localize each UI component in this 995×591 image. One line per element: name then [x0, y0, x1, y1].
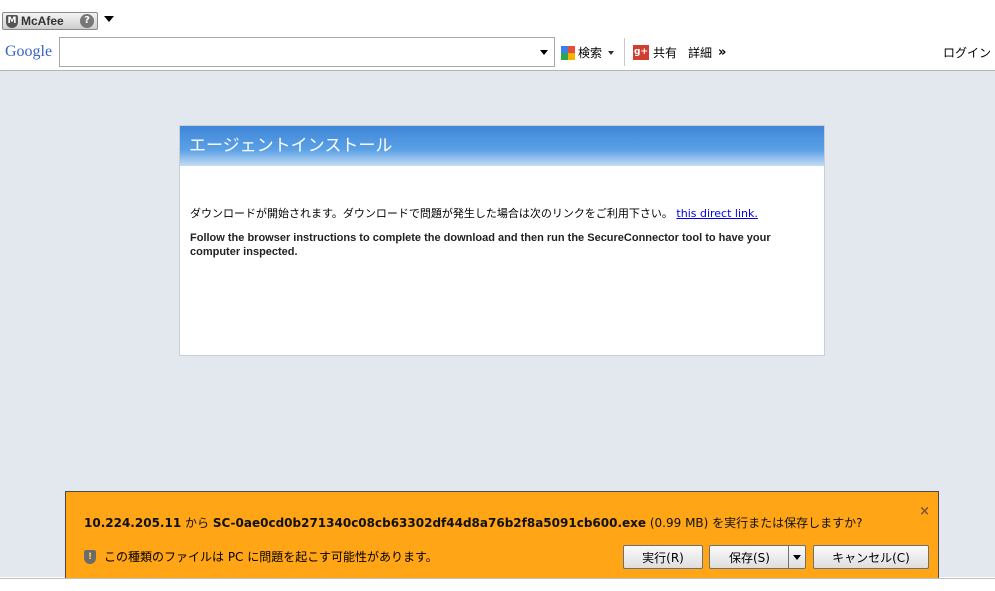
download-notification-bar: 10.224.205.11 から SC-0ae0cd0b271340c08cb6…	[65, 491, 939, 579]
mcafee-label: McAfee	[21, 14, 64, 28]
mcafee-shield-icon: M	[6, 14, 18, 28]
download-filename: SC-0ae0cd0b271340c08cb63302df44d8a76b2f8…	[212, 516, 647, 530]
download-size: (0.99 MB)	[646, 516, 713, 530]
shield-warning-icon: !	[84, 549, 96, 564]
question-tail: を実行または保存しますか?	[712, 516, 863, 530]
chevron-down-icon[interactable]	[104, 16, 114, 22]
instructions-text: Follow the browser instructions to compl…	[190, 232, 771, 258]
search-button[interactable]: 検索	[561, 44, 615, 61]
help-icon[interactable]: ?	[80, 14, 94, 28]
download-message-jp: ダウンロードが開始されます。ダウンロードで問題が発生した場合は次のリンクをご利用…	[190, 205, 758, 221]
download-message-text: ダウンロードが開始されます。ダウンロードで問題が発生した場合は次のリンクをご利用…	[190, 207, 673, 220]
google-logo: Google	[5, 43, 53, 60]
chevron-down-icon[interactable]	[540, 50, 548, 55]
mcafee-button[interactable]: M McAfee ?	[2, 12, 98, 30]
double-chevron-right-icon: »	[718, 45, 727, 60]
chevron-down-icon	[793, 554, 801, 560]
run-button[interactable]: 実行(R)	[623, 545, 703, 569]
download-question: 10.224.205.11 から SC-0ae0cd0b271340c08cb6…	[84, 514, 863, 531]
google-search-icon	[561, 45, 575, 60]
close-icon[interactable]: ×	[919, 504, 930, 519]
save-button[interactable]: 保存(S)	[709, 545, 789, 569]
download-host: 10.224.205.11	[84, 516, 182, 530]
chevron-down-icon[interactable]	[608, 50, 615, 55]
status-strip	[0, 578, 995, 591]
toolbar-divider	[624, 38, 625, 66]
share-label: 共有	[653, 46, 678, 60]
details-label: 詳細	[688, 46, 713, 60]
security-warning: ! この種類のファイルは PC に問題を起こす可能性があります。	[84, 548, 438, 565]
from-text: から	[181, 516, 213, 530]
google-plus-icon: g+	[633, 45, 649, 60]
login-link[interactable]: ログイン	[943, 44, 991, 61]
search-button-label: 検索	[578, 46, 603, 60]
panel-title: エージェントインストール	[180, 126, 824, 166]
mcafee-toolbar: M McAfee ?	[0, 10, 995, 34]
direct-link[interactable]: this direct link.	[676, 207, 757, 220]
agent-install-panel: エージェントインストール ダウンロードが開始されます。ダウンロードで問題が発生し…	[179, 125, 825, 356]
search-input[interactable]	[59, 37, 555, 67]
details-button[interactable]: 詳細 »	[688, 44, 727, 61]
cancel-button[interactable]: キャンセル(C)	[813, 545, 929, 569]
save-options-button[interactable]	[788, 545, 806, 569]
share-button[interactable]: g+ 共有	[633, 44, 677, 61]
google-toolbar: Google 検索 g+ 共有 詳細 » ログイン	[0, 34, 995, 71]
warning-text: この種類のファイルは PC に問題を起こす可能性があります。	[104, 550, 438, 564]
